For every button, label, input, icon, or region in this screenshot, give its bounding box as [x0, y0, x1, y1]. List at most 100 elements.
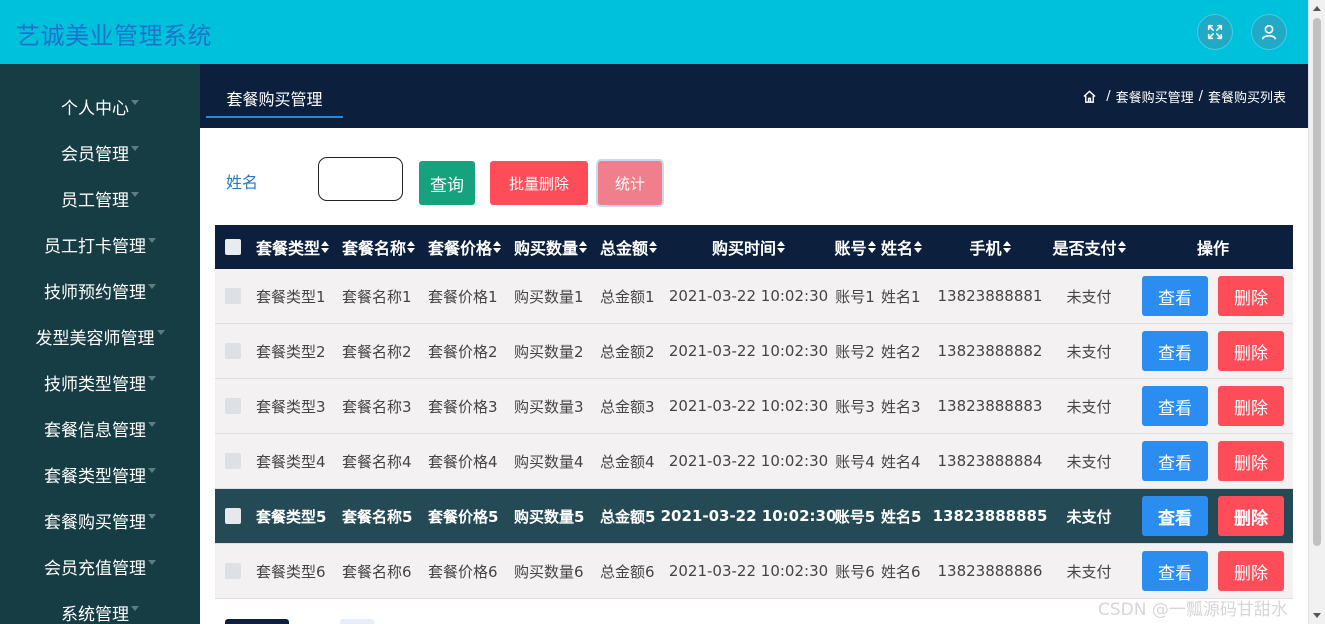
table-row: 套餐类型1 套餐名称1 套餐价格1 购买数量1 总金额1 2021-03-22 … [215, 269, 1293, 324]
sidebar-item-personal-center[interactable]: 个人中心 [0, 83, 200, 129]
cell-account: 账号2 [835, 342, 875, 361]
cell-phone: 13823888885 [932, 507, 1048, 525]
sidebar-item-label: 员工管理 [61, 190, 129, 211]
statistics-button[interactable]: 统计 [598, 161, 662, 205]
cell-paid: 未支付 [1066, 452, 1112, 471]
cell-purchase-time: 2021-03-22 10:02:30 [668, 452, 829, 470]
view-button[interactable]: 查看 [1142, 386, 1208, 426]
sidebar-item-staff-clock-in[interactable]: 员工打卡管理 [0, 221, 200, 267]
row-checkbox[interactable] [225, 508, 241, 524]
sidebar-item-staff[interactable]: 员工管理 [0, 175, 200, 221]
table-row: 套餐类型3 套餐名称3 套餐价格3 购买数量3 总金额3 2021-03-22 … [215, 379, 1293, 434]
caret-down-icon [156, 329, 165, 335]
app-title: 艺诚美业管理系统 [16, 22, 212, 50]
breadcrumb-item-package-purchase[interactable]: 套餐购买管理 [1116, 87, 1194, 106]
header-paid[interactable]: 是否支付 [1045, 235, 1133, 259]
cell-purchase-time: 2021-03-22 10:02:30 [660, 507, 837, 525]
view-button[interactable]: 查看 [1142, 276, 1208, 316]
cell-package-type: 套餐类型2 [256, 342, 326, 361]
delete-button[interactable]: 删除 [1218, 276, 1284, 316]
user-button[interactable] [1251, 14, 1287, 50]
sort-icon [321, 241, 330, 253]
sidebar-item-technician-types[interactable]: 技师类型管理 [0, 359, 200, 405]
sidebar-item-label: 套餐信息管理 [44, 420, 146, 441]
header-phone[interactable]: 手机 [935, 235, 1045, 259]
sidebar-item-package-info[interactable]: 套餐信息管理 [0, 405, 200, 451]
delete-button[interactable]: 删除 [1218, 441, 1284, 481]
delete-button[interactable]: 删除 [1218, 496, 1284, 536]
cell-name: 姓名5 [881, 507, 922, 526]
breadcrumb-item-purchase-list: 套餐购买列表 [1207, 91, 1286, 106]
delete-button[interactable]: 删除 [1218, 386, 1284, 426]
view-button[interactable]: 查看 [1142, 496, 1208, 536]
header-quantity[interactable]: 购买数量 [514, 235, 600, 259]
cell-package-name: 套餐名称2 [342, 342, 412, 361]
cell-package-name: 套餐名称3 [342, 397, 412, 416]
sidebar-item-package-purchase[interactable]: 套餐购买管理 [0, 497, 200, 543]
cell-quantity: 购买数量2 [514, 342, 584, 361]
row-checkbox[interactable] [225, 343, 241, 359]
watermark: CSDN @一瓢源码甘甜水 [1098, 600, 1288, 620]
cell-phone: 13823888884 [937, 452, 1043, 470]
cell-quantity: 购买数量6 [514, 562, 584, 581]
header-package-price[interactable]: 套餐价格 [428, 235, 514, 259]
view-button[interactable]: 查看 [1142, 551, 1208, 591]
cell-package-type: 套餐类型5 [256, 507, 327, 526]
header-package-type[interactable]: 套餐类型 [256, 235, 342, 259]
sort-icon [867, 241, 876, 253]
sidebar-item-technician-booking[interactable]: 技师预约管理 [0, 267, 200, 313]
cell-total: 总金额5 [600, 507, 656, 526]
sidebar-item-system[interactable]: 系统管理 [0, 589, 200, 624]
caret-down-icon [148, 467, 156, 473]
sidebar-item-member-recharge[interactable]: 会员充值管理 [0, 543, 200, 589]
sidebar-item-label: 技师类型管理 [44, 374, 146, 395]
cell-name: 姓名6 [881, 562, 921, 581]
tab-package-purchase[interactable]: 套餐购买管理 [206, 80, 343, 118]
view-button[interactable]: 查看 [1142, 441, 1208, 481]
sort-icon [579, 241, 588, 253]
sort-icon [1117, 241, 1126, 253]
sort-icon [407, 241, 416, 253]
pagination-button[interactable] [340, 619, 374, 624]
cell-package-name: 套餐名称4 [342, 452, 412, 471]
sort-icon [914, 241, 923, 253]
header-account[interactable]: 账号 [829, 235, 881, 259]
row-checkbox[interactable] [225, 398, 241, 414]
cell-account: 账号3 [835, 397, 875, 416]
cell-package-price: 套餐价格5 [428, 507, 499, 526]
cell-package-name: 套餐名称1 [342, 287, 412, 306]
sidebar-item-package-types[interactable]: 套餐类型管理 [0, 451, 200, 497]
table-row: 套餐类型2 套餐名称2 套餐价格2 购买数量2 总金额2 2021-03-22 … [215, 324, 1293, 379]
page-scrollbar[interactable] [1308, 0, 1325, 624]
header-name[interactable]: 姓名 [881, 235, 935, 259]
cell-purchase-time: 2021-03-22 10:02:30 [668, 562, 829, 580]
cell-package-name: 套餐名称6 [342, 562, 412, 581]
name-search-input[interactable] [318, 157, 403, 201]
scroll-down-icon[interactable] [1313, 613, 1321, 618]
delete-button[interactable]: 删除 [1218, 331, 1284, 371]
sidebar-item-stylists[interactable]: 发型美容师管理 [0, 313, 200, 359]
pagination-button[interactable] [225, 619, 289, 624]
scroll-thumb[interactable] [1313, 18, 1321, 546]
query-button[interactable]: 查询 [419, 161, 475, 205]
sidebar-item-label: 系统管理 [61, 604, 129, 624]
row-checkbox[interactable] [225, 288, 241, 304]
breadcrumb-separator: / [1106, 89, 1111, 104]
fullscreen-button[interactable] [1197, 14, 1233, 50]
select-all-checkbox[interactable] [225, 239, 241, 255]
header-total[interactable]: 总金额 [600, 235, 668, 259]
view-button[interactable]: 查看 [1142, 331, 1208, 371]
header-purchase-time[interactable]: 购买时间 [668, 235, 829, 259]
row-checkbox[interactable] [225, 563, 241, 579]
scroll-up-icon[interactable] [1313, 6, 1321, 11]
cell-total: 总金额6 [600, 562, 655, 581]
home-icon[interactable] [1082, 89, 1097, 104]
batch-delete-button[interactable]: 批量删除 [490, 161, 588, 205]
breadcrumb-separator: / [1198, 89, 1203, 104]
header-package-name[interactable]: 套餐名称 [342, 235, 428, 259]
sort-icon [1002, 241, 1011, 253]
row-checkbox[interactable] [225, 453, 241, 469]
sidebar-item-members[interactable]: 会员管理 [0, 129, 200, 175]
cell-phone: 13823888882 [937, 342, 1043, 360]
delete-button[interactable]: 删除 [1218, 551, 1284, 591]
